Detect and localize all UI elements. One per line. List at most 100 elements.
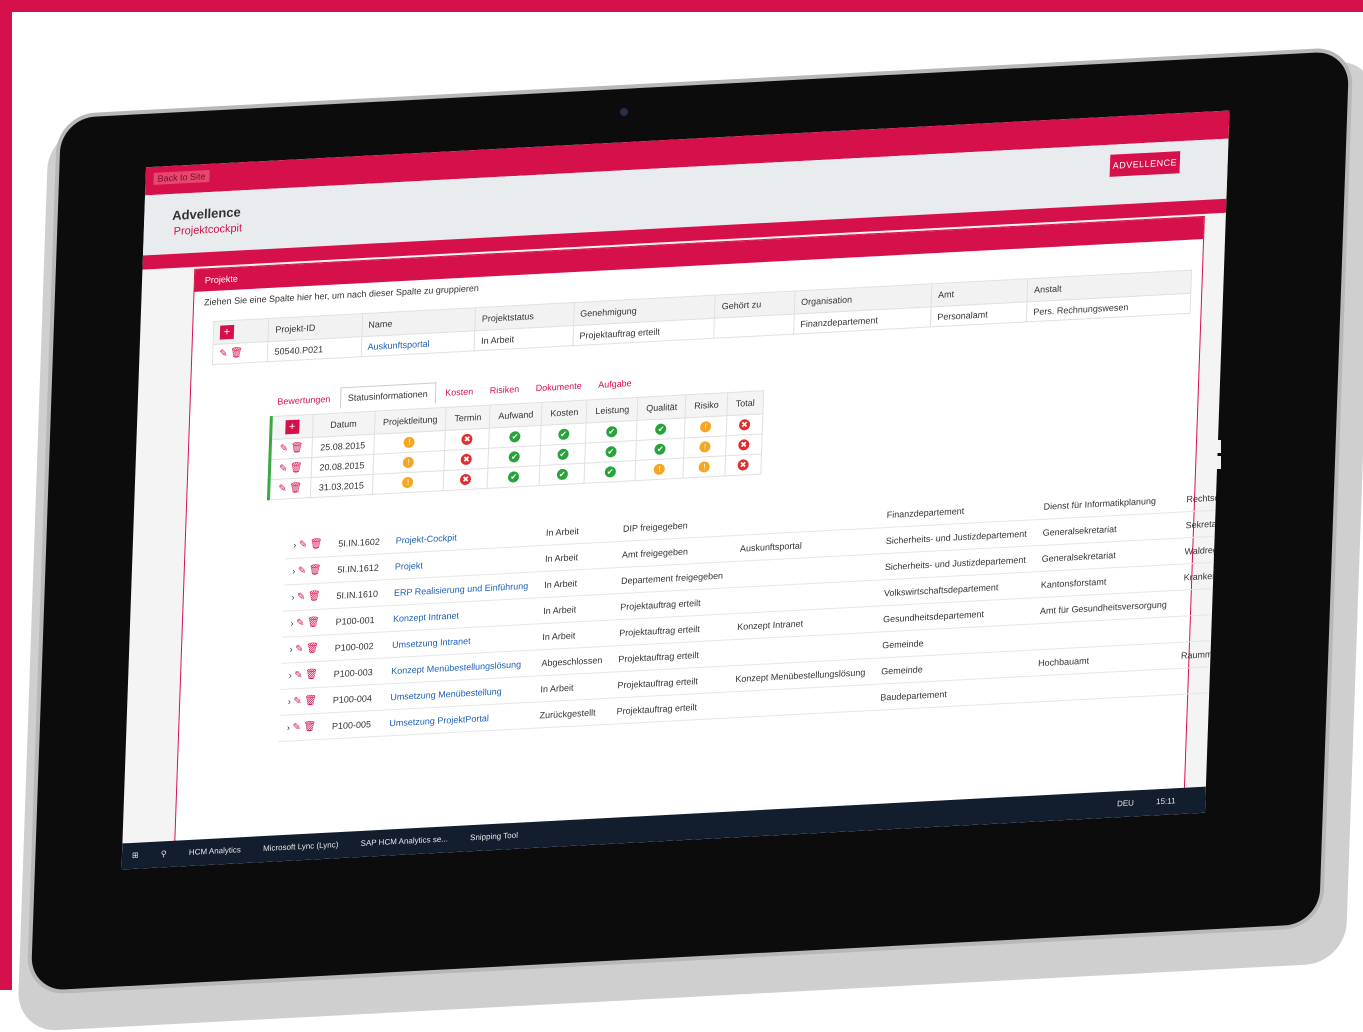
column-header[interactable]: Qualität — [637, 394, 687, 421]
delete-icon[interactable]: 🗑 — [306, 643, 319, 655]
tab-kosten[interactable]: Kosten — [438, 381, 481, 403]
edit-icon[interactable]: ✎ — [279, 463, 288, 474]
row-actions[interactable]: ✎ 🗑 — [212, 341, 269, 365]
tab-aufgabe[interactable]: Aufgabe — [591, 373, 639, 396]
edit-icon[interactable]: ✎ — [293, 696, 302, 707]
status-indicator-icon: ✔ — [509, 431, 521, 443]
breadcrumb[interactable]: Back to Site — [153, 169, 210, 185]
add-project-button[interactable]: + — [213, 318, 270, 345]
language-indicator[interactable]: DEU — [1107, 790, 1145, 818]
row-actions[interactable]: › ✎ 🗑 — [283, 556, 330, 586]
expand-icon[interactable]: › — [291, 592, 294, 602]
column-header[interactable]: Kosten — [541, 399, 588, 426]
status-indicator-icon: ! — [402, 476, 414, 489]
status-indicator-icon: ! — [699, 441, 711, 453]
clock[interactable]: 15:11 — [1146, 788, 1186, 816]
expand-icon[interactable]: › — [288, 696, 291, 706]
expand-icon[interactable]: › — [292, 566, 295, 576]
edit-icon[interactable]: ✎ — [297, 592, 306, 603]
expand-icon[interactable]: › — [293, 540, 296, 550]
row-actions[interactable]: ✎ 🗑 — [268, 477, 311, 500]
status-cell: ✔ — [636, 417, 686, 441]
tab-statusinformationen[interactable]: Statusinformationen — [339, 382, 437, 409]
edit-icon[interactable]: ✎ — [280, 443, 289, 454]
column-header[interactable]: Aufwand — [489, 402, 543, 429]
frame-left-border — [0, 0, 12, 990]
row-actions[interactable]: › ✎ 🗑 — [282, 608, 329, 638]
delete-icon[interactable]: 🗑 — [309, 539, 322, 551]
cell-id: P100-005 — [323, 710, 382, 740]
status-indicator-icon: ✔ — [604, 466, 616, 478]
cell-id: P100-003 — [325, 658, 384, 688]
status-cell: ✔ — [539, 463, 586, 486]
delete-icon[interactable]: 🗑 — [290, 442, 303, 454]
status-indicator-icon: ! — [698, 461, 710, 473]
status-cell: ✔ — [488, 425, 542, 449]
column-header[interactable]: Termin — [445, 405, 491, 431]
delete-icon[interactable]: 🗑 — [289, 483, 302, 495]
delete-icon[interactable]: 🗑 — [309, 565, 322, 577]
start-icon[interactable]: ⊞ — [121, 842, 149, 869]
search-icon[interactable]: ⚲ — [150, 841, 177, 868]
edit-icon[interactable]: ✎ — [219, 348, 228, 359]
status-indicator-icon: ✖ — [460, 453, 473, 466]
row-actions[interactable]: › ✎ 🗑 — [278, 713, 325, 742]
taskbar-item[interactable]: Snipping Tool — [460, 822, 529, 852]
delete-icon[interactable]: 🗑 — [308, 591, 321, 603]
delete-icon[interactable]: 🗑 — [304, 695, 317, 707]
edit-icon[interactable]: ✎ — [299, 539, 308, 550]
cell-id: P100-001 — [327, 605, 386, 635]
column-header[interactable]: Total — [726, 390, 764, 416]
column-header[interactable]: Risiko — [685, 392, 728, 418]
column-header[interactable]: Leistung — [586, 397, 639, 424]
taskbar-item[interactable]: HCM Analytics — [178, 837, 251, 867]
row-actions[interactable]: ✎ 🗑 — [269, 457, 312, 480]
edit-icon[interactable]: ✎ — [298, 565, 307, 576]
frame-top-border — [0, 0, 1363, 12]
projects-panel: Projekte Ziehen Sie eine Spalte hier her… — [173, 215, 1230, 863]
cell-amt: Personalamt — [930, 301, 1028, 327]
row-actions[interactable]: › ✎ 🗑 — [279, 687, 326, 716]
cell-gen: Projektauftrag erteilt — [608, 692, 727, 725]
edit-icon[interactable]: ✎ — [296, 618, 305, 629]
status-indicator-icon: ✖ — [460, 473, 472, 486]
add-status-button[interactable]: + — [270, 414, 313, 440]
status-date: 31.03.2015 — [310, 474, 373, 498]
delete-icon[interactable]: 🗑 — [290, 462, 303, 474]
plus-icon: + — [219, 324, 235, 340]
expand-icon[interactable]: › — [289, 644, 292, 654]
expand-icon[interactable]: › — [287, 722, 290, 732]
taskbar-item[interactable]: Microsoft Lync (Lync) — [253, 832, 349, 863]
cell-id: 5I.IN.1610 — [328, 579, 387, 609]
row-actions[interactable]: › ✎ 🗑 — [281, 634, 328, 664]
edit-icon[interactable]: ✎ — [278, 483, 287, 494]
delete-icon[interactable]: 🗑 — [230, 347, 243, 359]
expand-icon[interactable]: › — [289, 670, 292, 680]
delete-icon[interactable]: 🗑 — [307, 617, 320, 629]
delete-icon[interactable]: 🗑 — [303, 721, 316, 733]
projects-list: › ✎ 🗑 5I.IN.1602 Projekt-Cockpit In Arbeit D… — [278, 478, 1230, 742]
status-indicator-icon: ✔ — [654, 443, 666, 456]
expand-icon[interactable]: › — [290, 618, 293, 628]
column-header[interactable]: Datum — [312, 411, 375, 438]
row-actions[interactable]: › ✎ 🗑 — [284, 531, 331, 560]
status-indicator-icon: ✔ — [508, 471, 520, 483]
tab-dokumente[interactable]: Dokumente — [528, 375, 589, 398]
status-indicator-icon: ! — [700, 421, 712, 433]
status-indicator-icon: ✔ — [557, 428, 570, 441]
app-subtitle: Projektcockpit — [173, 222, 243, 238]
cell-gehoert — [714, 314, 795, 339]
edit-icon[interactable]: ✎ — [292, 722, 301, 733]
brand-logo: ADVELLENCE — [1109, 151, 1181, 177]
edit-icon[interactable]: ✎ — [295, 644, 304, 655]
tab-bewertungen[interactable]: Bewertungen — [270, 389, 338, 413]
row-actions[interactable]: › ✎ 🗑 — [280, 661, 327, 690]
row-actions[interactable]: › ✎ 🗑 — [283, 582, 329, 612]
status-cell: ✖ — [726, 413, 763, 436]
row-actions[interactable]: ✎ 🗑 — [269, 437, 313, 460]
cell-status: Abgeschlossen — [533, 646, 611, 677]
status-indicator-icon: ! — [653, 463, 666, 476]
delete-icon[interactable]: 🗑 — [305, 669, 318, 681]
edit-icon[interactable]: ✎ — [294, 670, 303, 681]
tab-risiken[interactable]: Risiken — [482, 379, 526, 401]
